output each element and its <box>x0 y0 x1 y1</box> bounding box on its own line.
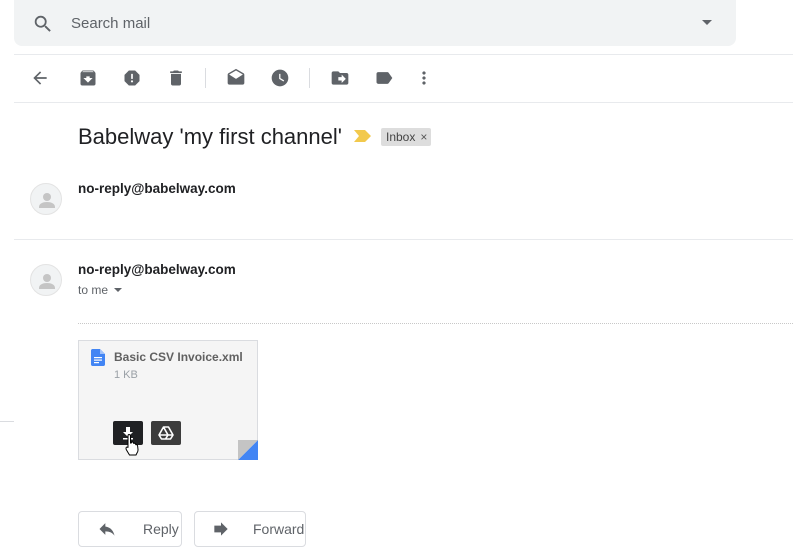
recipient-details-toggle[interactable]: to me <box>78 283 123 297</box>
move-to-icon <box>331 71 349 85</box>
reply-icon <box>99 523 115 536</box>
search-input[interactable] <box>71 12 671 34</box>
labels-button[interactable] <box>372 66 396 90</box>
trash-icon <box>170 70 182 86</box>
delete-button[interactable] <box>164 66 188 90</box>
archive-button[interactable] <box>76 66 100 90</box>
toolbar-separator <box>205 68 206 88</box>
archive-icon <box>80 70 96 86</box>
label-icon <box>376 72 393 84</box>
label-text: Inbox <box>386 130 416 144</box>
divider <box>14 102 793 103</box>
google-drive-icon <box>158 426 174 440</box>
attachment-size: 1 KB <box>114 369 138 381</box>
avatar <box>30 183 62 215</box>
edge-mark <box>0 421 14 422</box>
forward-icon <box>214 522 228 536</box>
move-to-button[interactable] <box>328 66 352 90</box>
default-avatar-icon <box>39 193 55 208</box>
chevron-down-icon <box>114 288 123 292</box>
document-icon <box>91 349 105 366</box>
toolbar-separator <box>309 68 310 88</box>
mark-unread-icon <box>227 68 245 85</box>
snooze-button[interactable] <box>268 66 292 90</box>
more-button[interactable] <box>412 66 436 90</box>
back-button[interactable] <box>28 66 52 90</box>
forward-label: Forward <box>253 521 305 537</box>
attachment-card[interactable]: Basic CSV Invoice.xml 1 KB <box>78 340 258 460</box>
search-bar <box>14 0 736 46</box>
sender-name[interactable]: no-reply@babelway.com <box>78 181 236 196</box>
hand-pointer-icon <box>125 433 139 456</box>
sender-name[interactable]: no-reply@babelway.com <box>78 262 236 277</box>
importance-marker-icon[interactable] <box>354 130 371 142</box>
attachment-divider <box>78 323 793 324</box>
save-to-drive-button[interactable] <box>151 421 181 445</box>
attachment-corner-icon <box>238 440 258 460</box>
reply-label: Reply <box>143 521 179 537</box>
divider <box>14 54 793 55</box>
divider <box>14 239 793 240</box>
remove-label-button[interactable]: × <box>420 130 427 144</box>
mark-unread-button[interactable] <box>224 66 248 90</box>
reply-button[interactable]: Reply <box>78 511 182 547</box>
report-spam-button[interactable] <box>120 66 144 90</box>
forward-button[interactable]: Forward <box>194 511 306 547</box>
search-options-caret-icon[interactable] <box>700 15 714 29</box>
search-icon[interactable] <box>32 13 54 35</box>
clock-icon <box>271 69 289 87</box>
attachment-name: Basic CSV Invoice.xml <box>114 350 243 364</box>
email-subject: Babelway 'my first channel' <box>78 124 342 149</box>
recipient-text: to me <box>78 283 109 297</box>
inbox-label-chip: Inbox × <box>381 128 432 146</box>
avatar <box>30 264 62 296</box>
more-vert-icon <box>422 71 426 85</box>
default-avatar-icon <box>39 274 55 289</box>
arrow-back-icon <box>33 71 47 85</box>
report-spam-icon <box>124 70 140 86</box>
